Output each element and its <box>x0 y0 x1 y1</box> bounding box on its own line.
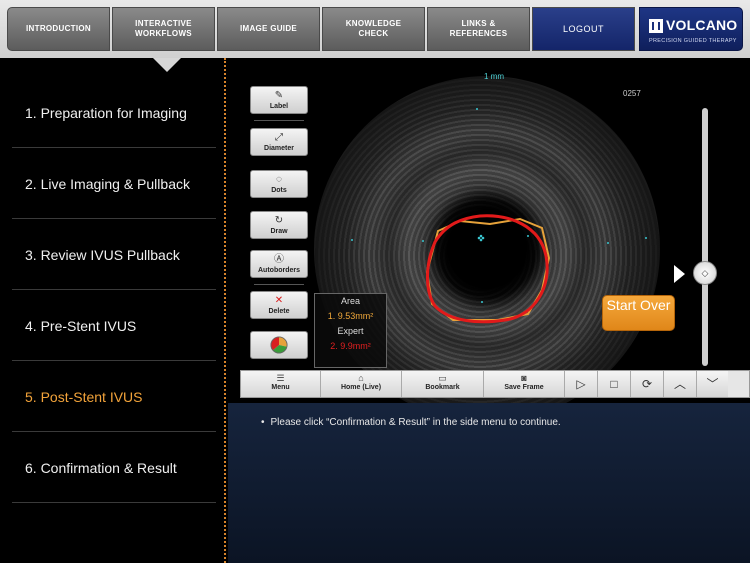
play-button[interactable]: ▷ <box>565 371 598 397</box>
tool-divider <box>254 120 304 121</box>
play-icon: ▷ <box>576 377 586 391</box>
dots-tool-icon: ◌ <box>276 174 282 185</box>
home-icon: ⌂ <box>358 373 364 383</box>
menu-label: Menu <box>271 384 290 391</box>
home-live-button[interactable]: ⌂ Home (Live) <box>321 371 402 397</box>
sidebar-item-post-stent[interactable]: 5. Post-Stent IVUS <box>12 362 216 432</box>
bookmark-icon: ▭ <box>438 373 447 383</box>
frame-slider-handle[interactable]: ◇ <box>693 261 717 285</box>
sidebar-item-preparation[interactable]: 1. Preparation for Imaging <box>12 78 216 148</box>
brand-tagline: PRECISION GUIDED THERAPY <box>649 38 737 44</box>
previous-frame-button[interactable]: ︿ <box>664 371 697 397</box>
tool-divider <box>254 284 304 285</box>
label-tool-label: Label <box>269 103 289 110</box>
delete-tool-button[interactable]: ✕ Delete <box>250 291 308 319</box>
camera-icon: ◙ <box>521 373 527 383</box>
start-over-button[interactable]: Start Over <box>602 295 675 331</box>
color-wheel-icon <box>270 336 288 354</box>
top-navigation-bar: INTRODUCTION INTERACTIVE WORKFLOWS IMAGE… <box>0 0 750 58</box>
sidebar-item-live-imaging[interactable]: 2. Live Imaging & Pullback <box>12 149 216 219</box>
autoborders-tool-button[interactable]: Ⓐ Autoborders <box>250 250 308 278</box>
label-tool-icon: ✎ <box>274 90 284 101</box>
ivus-viewer: 1 mm 0257 ✎ Label ⤢ Diameter ◌ Dots ↻ Dr… <box>228 58 750 422</box>
sidebar-item-confirmation-result[interactable]: 6. Confirmation & Result <box>12 433 216 503</box>
bookmark-button[interactable]: ▭ Bookmark <box>402 371 484 397</box>
autoborders-tool-icon: Ⓐ <box>274 254 284 265</box>
draw-tool-label: Draw <box>270 228 288 235</box>
nav-tabs: INTRODUCTION INTERACTIVE WORKFLOWS IMAGE… <box>7 7 637 51</box>
chevron-up-icon: ︿ <box>673 377 686 391</box>
menu-icon: ☰ <box>276 373 285 383</box>
label-tool-button[interactable]: ✎ Label <box>250 86 308 114</box>
nav-tab-links-references[interactable]: LINKS & REFERENCES <box>427 7 530 51</box>
instruction-text: Please click “Confirmation & Result” in … <box>261 417 561 428</box>
divider-dotted <box>224 58 226 563</box>
loop-icon: ⟳ <box>641 377 653 391</box>
sidebar-item-pre-stent[interactable]: 4. Pre-Stent IVUS <box>12 291 216 361</box>
diameter-tool-label: Diameter <box>264 145 294 152</box>
active-tab-pointer-icon <box>153 58 181 72</box>
area-title: Area <box>340 296 360 306</box>
playback-toolbar: ☰ Menu ⌂ Home (Live) ▭ Bookmark ◙ Save F… <box>240 370 750 398</box>
diameter-tool-button[interactable]: ⤢ Diameter <box>250 128 308 156</box>
delete-tool-label: Delete <box>268 308 290 315</box>
brand-name: VOLCANO <box>666 17 738 33</box>
user-lumen-contour <box>425 217 551 321</box>
frame-number: 0257 <box>623 89 641 98</box>
sidebar-item-review-pullback[interactable]: 3. Review IVUS Pullback <box>12 220 216 290</box>
brand-logo: VOLCANO PRECISION GUIDED THERAPY <box>639 7 743 51</box>
scale-label: 1 mm <box>484 72 504 81</box>
diameter-tool-icon: ⤢ <box>275 132 283 143</box>
volcano-logo-icon <box>649 19 663 33</box>
autoborders-tool-label: Autoborders <box>258 267 300 274</box>
dots-tool-label: Dots <box>271 187 287 194</box>
home-label: Home (Live) <box>340 384 382 391</box>
area-readout: Area 1. 9.53mm² Expert 2. 9.9mm² <box>314 293 387 368</box>
chevron-down-icon: ﹀ <box>706 377 719 391</box>
save-frame-label: Save Frame <box>504 384 544 391</box>
frame-slider-track[interactable] <box>702 108 708 366</box>
next-frame-button[interactable]: ﹀ <box>697 371 728 397</box>
dots-tool-button[interactable]: ◌ Dots <box>250 170 308 198</box>
expert-label: Expert <box>337 326 364 336</box>
nav-tab-image-guide[interactable]: IMAGE GUIDE <box>217 7 320 51</box>
nav-tab-interactive-workflows[interactable]: INTERACTIVE WORKFLOWS <box>112 7 215 51</box>
stop-icon: □ <box>610 377 618 391</box>
delete-tool-icon: ✕ <box>274 295 284 306</box>
draw-tool-button[interactable]: ↻ Draw <box>250 211 308 239</box>
slider-pointer-icon <box>674 265 685 283</box>
loop-button[interactable]: ⟳ <box>631 371 664 397</box>
logout-button[interactable]: LOGOUT <box>532 7 635 51</box>
nav-tab-knowledge-check[interactable]: KNOWLEDGE CHECK <box>322 7 425 51</box>
measurement-dots <box>351 108 647 303</box>
draw-tool-icon: ↻ <box>274 215 284 226</box>
instructions-panel: Please click “Confirmation & Result” in … <box>228 403 750 563</box>
workflow-sidebar: 1. Preparation for Imaging 2. Live Imagi… <box>0 72 225 563</box>
save-frame-button[interactable]: ◙ Save Frame <box>484 371 565 397</box>
user-area-value: 1. 9.53mm² <box>327 311 374 321</box>
menu-button[interactable]: ☰ Menu <box>241 371 321 397</box>
expert-area-value: 2. 9.9mm² <box>330 341 371 351</box>
color-wheel-button[interactable] <box>250 331 308 359</box>
expert-lumen-contour <box>426 214 549 324</box>
nav-tab-introduction[interactable]: INTRODUCTION <box>7 7 110 51</box>
bookmark-label: Bookmark <box>425 384 460 391</box>
stop-button[interactable]: □ <box>598 371 631 397</box>
